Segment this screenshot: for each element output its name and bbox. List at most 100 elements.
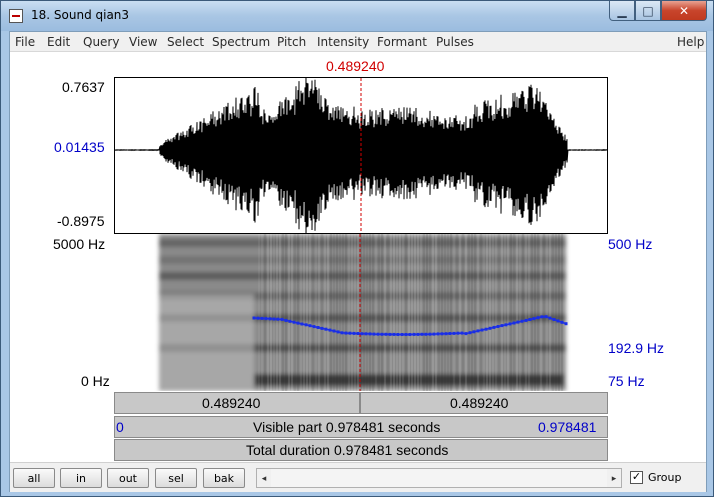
menu-spectrum[interactable]: Spectrum bbox=[212, 35, 270, 49]
pitch-point bbox=[265, 317, 268, 320]
selection-right-label: 0.489240 bbox=[450, 395, 508, 411]
zoom-back-button[interactable]: bak bbox=[203, 468, 245, 488]
zoom-in-button[interactable]: in bbox=[60, 468, 102, 488]
menu-query[interactable]: Query bbox=[83, 35, 119, 49]
close-button[interactable]: ✕ bbox=[661, 1, 707, 21]
total-duration-label: Total duration 0.978481 seconds bbox=[246, 442, 448, 458]
pitch-point bbox=[397, 333, 400, 336]
pitch-point bbox=[541, 315, 544, 318]
waveform-panel[interactable] bbox=[114, 77, 608, 234]
pitch-point bbox=[281, 318, 284, 321]
pitch-point bbox=[505, 323, 508, 326]
waveform-zero-label: 0.01435 bbox=[54, 139, 105, 155]
menu-pitch[interactable]: Pitch bbox=[277, 35, 306, 49]
pitch-point bbox=[477, 329, 480, 332]
pitch-point bbox=[469, 331, 472, 334]
pitch-point bbox=[525, 319, 528, 322]
pitch-point bbox=[497, 325, 500, 328]
pitch-point bbox=[313, 325, 316, 328]
pitch-min-label: 75 Hz bbox=[608, 373, 645, 389]
pitch-point bbox=[273, 318, 276, 321]
menu-help[interactable]: Help bbox=[677, 35, 704, 49]
pitch-point bbox=[425, 333, 428, 336]
title-bar[interactable]: 18. Sound qian3 ▁ □ ✕ bbox=[1, 1, 713, 31]
pitch-point bbox=[533, 317, 536, 320]
pitch-point bbox=[429, 333, 432, 336]
scroll-right-arrow-icon[interactable]: ▸ bbox=[607, 469, 621, 487]
menu-intensity[interactable]: Intensity bbox=[317, 35, 369, 49]
pitch-point bbox=[345, 332, 348, 335]
pitch-point bbox=[357, 332, 360, 335]
spectrogram-plot bbox=[114, 234, 608, 391]
pitch-point bbox=[325, 328, 328, 331]
scroll-thumb[interactable] bbox=[271, 469, 607, 487]
visible-start-label: 0 bbox=[116, 419, 124, 435]
pitch-point bbox=[557, 319, 560, 322]
visible-part-label: Visible part 0.978481 seconds bbox=[253, 419, 440, 435]
pitch-point bbox=[457, 332, 460, 335]
group-checkbox[interactable]: ✓ bbox=[630, 471, 643, 484]
pitch-max-label: 500 Hz bbox=[608, 236, 652, 252]
pitch-point bbox=[377, 333, 380, 336]
zoom-out-button[interactable]: out bbox=[107, 468, 149, 488]
pitch-point bbox=[269, 317, 272, 320]
minimize-button[interactable]: ▁ bbox=[609, 1, 635, 21]
selection-left-label: 0.489240 bbox=[202, 395, 260, 411]
menu-select[interactable]: Select bbox=[167, 35, 204, 49]
pitch-point bbox=[289, 320, 292, 323]
menu-view[interactable]: View bbox=[129, 35, 157, 49]
menu-edit[interactable]: Edit bbox=[47, 35, 70, 49]
pitch-point bbox=[481, 329, 484, 332]
pitch-point bbox=[373, 333, 376, 336]
pitch-point bbox=[309, 324, 312, 327]
zoom-all-button[interactable]: all bbox=[13, 468, 55, 488]
zoom-selection-button[interactable]: sel bbox=[155, 468, 197, 488]
pitch-point bbox=[301, 323, 304, 326]
pitch-point bbox=[485, 328, 488, 331]
pitch-point bbox=[349, 332, 352, 335]
pitch-point bbox=[389, 333, 392, 336]
pitch-point bbox=[321, 327, 324, 330]
menu-bar: File Edit Query View Select Spectrum Pit… bbox=[10, 32, 706, 52]
horizontal-scrollbar[interactable]: ◂ ▸ bbox=[256, 468, 622, 488]
pitch-point bbox=[545, 315, 548, 318]
spectrogram-max-freq-label: 5000 Hz bbox=[53, 236, 105, 252]
group-label: Group bbox=[648, 471, 682, 484]
pitch-point bbox=[297, 322, 300, 325]
visible-end-label: 0.978481 bbox=[538, 419, 596, 435]
pitch-point bbox=[293, 321, 296, 324]
waveform-min-label: -0.8975 bbox=[57, 213, 104, 229]
pitch-point bbox=[421, 333, 424, 336]
window-title: 18. Sound qian3 bbox=[31, 8, 129, 22]
pitch-point bbox=[409, 333, 412, 336]
pitch-point bbox=[353, 332, 356, 335]
pitch-point bbox=[465, 332, 468, 335]
waveform-max-label: 0.7637 bbox=[62, 79, 105, 95]
pitch-point bbox=[537, 316, 540, 319]
maximize-button[interactable]: □ bbox=[635, 1, 661, 21]
scroll-left-arrow-icon[interactable]: ◂ bbox=[257, 469, 271, 487]
navigation-bar: all in out sel bak ◂ ▸ ✓ Group bbox=[10, 462, 706, 492]
menu-formant[interactable]: Formant bbox=[377, 35, 427, 49]
pitch-point bbox=[513, 322, 516, 325]
pitch-point bbox=[473, 330, 476, 333]
spectrogram-panel[interactable] bbox=[114, 234, 608, 391]
pitch-point bbox=[561, 321, 564, 324]
pitch-point bbox=[405, 333, 408, 336]
pitch-point bbox=[529, 318, 532, 321]
pitch-point bbox=[521, 320, 524, 323]
pitch-point bbox=[257, 317, 260, 320]
pitch-point bbox=[453, 332, 456, 335]
pitch-point bbox=[565, 322, 568, 325]
pitch-point bbox=[461, 332, 464, 335]
menu-pulses[interactable]: Pulses bbox=[436, 35, 474, 49]
pitch-point bbox=[333, 330, 336, 333]
menu-file[interactable]: File bbox=[15, 35, 35, 49]
praat-sound-window: 18. Sound qian3 ▁ □ ✕ File Edit Query Vi… bbox=[0, 0, 714, 497]
pitch-point bbox=[517, 321, 520, 324]
pitch-point bbox=[493, 326, 496, 329]
pitch-point bbox=[549, 317, 552, 320]
pitch-point bbox=[449, 332, 452, 335]
pitch-point bbox=[261, 317, 264, 320]
spectrogram-min-freq-label: 0 Hz bbox=[81, 373, 110, 389]
